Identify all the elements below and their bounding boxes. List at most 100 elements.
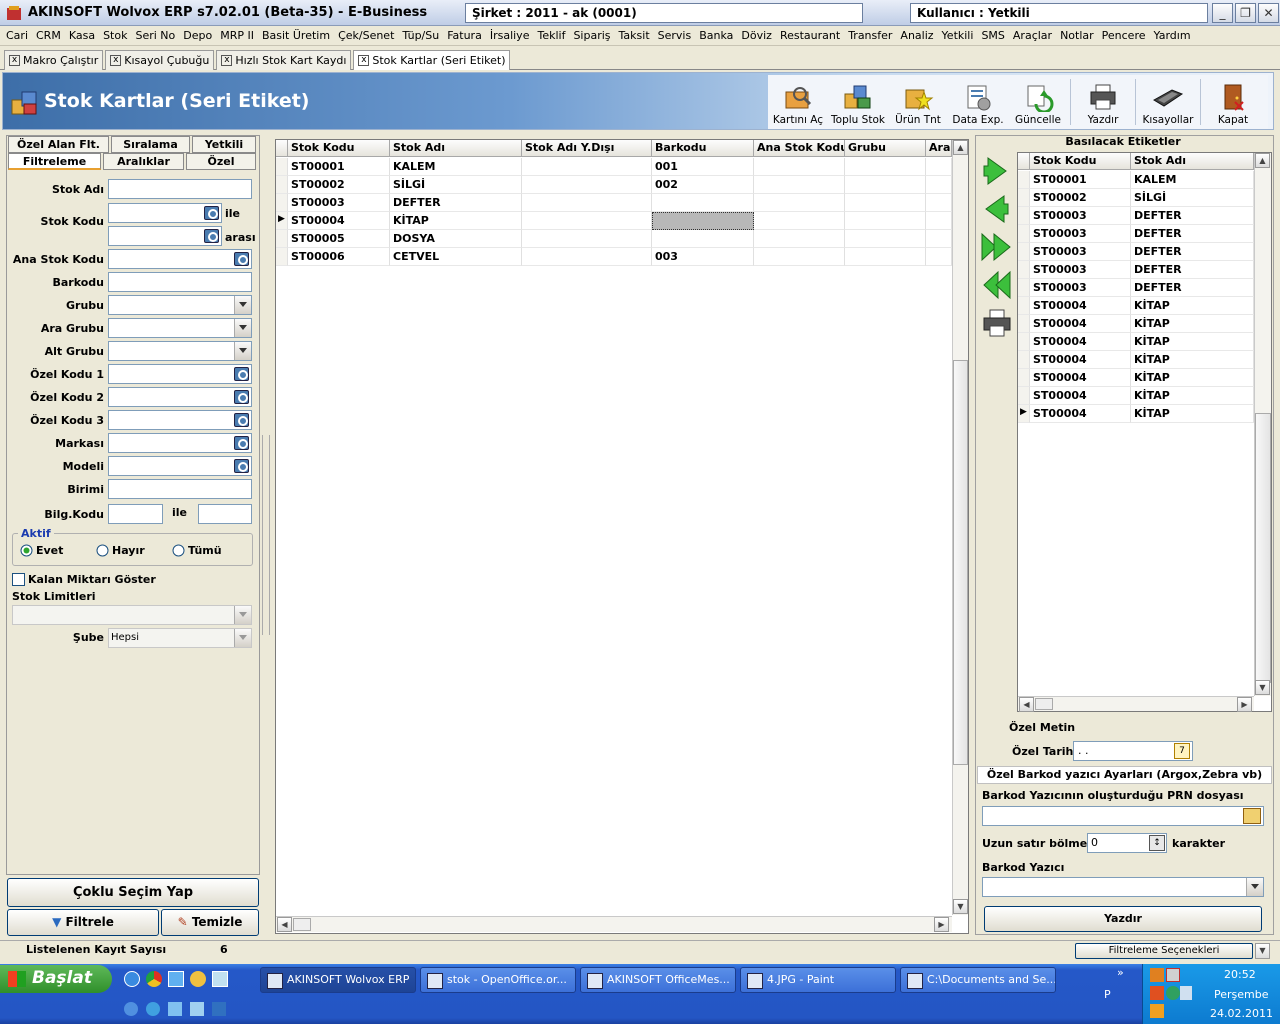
cell-grubu[interactable] (845, 248, 926, 266)
menu-crm[interactable]: CRM (34, 29, 67, 42)
label-cell-stok-kodu[interactable]: ST00004 (1030, 351, 1131, 369)
scroll-thumb[interactable] (953, 360, 968, 765)
cell-barkodu[interactable] (652, 194, 754, 212)
bilg-kodu-from-input[interactable] (108, 504, 163, 524)
row-indicator[interactable] (1018, 207, 1030, 225)
kisayollar-button[interactable]: Kısayollar (1138, 75, 1198, 129)
row-indicator[interactable] (1018, 351, 1030, 369)
menu-tup-su[interactable]: Tüp/Su (400, 29, 445, 42)
tab-makro-calistir[interactable]: x Makro Çalıştır (4, 50, 104, 70)
row-indicator[interactable] (1018, 333, 1030, 351)
menu-irsaliye[interactable]: İrsaliye (488, 29, 536, 42)
menu-cari[interactable]: Cari (4, 29, 34, 42)
cell-stok-adi-ydisi[interactable] (522, 230, 652, 248)
folder-icon[interactable] (1243, 808, 1261, 824)
label-cell-stok-kodu[interactable]: ST00001 (1030, 171, 1131, 189)
task-wolvox[interactable]: AKINSOFT Wolvox ERP (260, 967, 416, 993)
cell-ana-stok-kodu[interactable] (754, 248, 845, 266)
cell-ara[interactable] (926, 176, 952, 194)
label-cell-stok-adi[interactable]: KİTAP (1131, 405, 1254, 423)
filter-options-button[interactable]: Filtreleme Seçenekleri (1075, 943, 1253, 959)
menu-kasa[interactable]: Kasa (67, 29, 101, 42)
row-indicator[interactable] (1018, 315, 1030, 333)
cell-stok-adi[interactable]: KALEM (390, 158, 522, 176)
labels-vertical-scrollbar[interactable]: ▲ ▼ (1254, 153, 1271, 696)
grid-horizontal-scrollbar[interactable]: ◀ ▶ (276, 916, 952, 932)
restore-button[interactable]: ❐ (1235, 3, 1256, 23)
lookup-icon[interactable] (234, 252, 249, 266)
start-button[interactable]: Başlat (0, 965, 112, 993)
cell-stok-kodu[interactable]: ST00004 (288, 212, 390, 230)
rcol-stok-adi[interactable]: Stok Adı (1131, 153, 1254, 170)
ozel-tarih-input[interactable]: . . 7 (1073, 741, 1193, 761)
lookup-icon[interactable] (204, 229, 219, 243)
menu-banka[interactable]: Banka (697, 29, 739, 42)
scroll-up-icon[interactable]: ▲ (1255, 153, 1270, 168)
scroll-up-icon[interactable]: ▲ (953, 140, 968, 155)
minimize-button[interactable]: _ (1212, 3, 1233, 23)
label-cell-stok-adi[interactable]: DEFTER (1131, 225, 1254, 243)
quicklaunch-chrome-icon[interactable] (146, 971, 162, 987)
menu-fatura[interactable]: Fatura (445, 29, 488, 42)
barkodu-input[interactable] (108, 272, 252, 292)
cell-grubu[interactable] (845, 230, 926, 248)
cell-grubu[interactable] (845, 176, 926, 194)
menu-cek-senet[interactable]: Çek/Senet (336, 29, 400, 42)
kapat-button[interactable]: Kapat (1203, 75, 1263, 129)
cell-stok-adi[interactable]: CETVEL (390, 248, 522, 266)
task-openoffice[interactable]: stok - OpenOffice.or... (420, 967, 576, 993)
label-cell-stok-adi[interactable]: KİTAP (1131, 315, 1254, 333)
tab-kisayol-cubugu[interactable]: x Kısayol Çubuğu (105, 50, 215, 70)
row-indicator[interactable] (1018, 369, 1030, 387)
label-cell-stok-adi[interactable]: SİLGİ (1131, 189, 1254, 207)
quicklaunch-users-icon[interactable] (190, 971, 206, 987)
cell-stok-kodu[interactable]: ST00001 (288, 158, 390, 176)
tab-hizli-stok-kart[interactable]: x Hızlı Stok Kart Kaydı (216, 50, 352, 70)
tab-stok-kartlar-seri-etiket[interactable]: x Stok Kartlar (Seri Etiket) (353, 50, 511, 70)
remove-one-button[interactable] (980, 192, 1014, 226)
row-indicator[interactable] (276, 158, 288, 176)
cell-stok-kodu[interactable]: ST00006 (288, 248, 390, 266)
cell-barkodu[interactable]: 001 (652, 158, 754, 176)
lookup-icon[interactable] (234, 436, 249, 450)
sube-select[interactable]: Hepsi (108, 628, 252, 648)
filter-options-dropdown-icon[interactable]: ▼ (1255, 943, 1270, 959)
menu-araclar[interactable]: Araçlar (1011, 29, 1058, 42)
stock-grid[interactable]: Stok Kodu Stok Adı Stok Adı Y.Dışı Barko… (275, 139, 969, 934)
ana-stok-kodu-input[interactable] (108, 249, 252, 269)
label-cell-stok-kodu[interactable]: ST00004 (1030, 297, 1131, 315)
menu-transfer[interactable]: Transfer (846, 29, 898, 42)
cell-ana-stok-kodu[interactable] (754, 230, 845, 248)
cell-stok-kodu[interactable]: ST00005 (288, 230, 390, 248)
row-indicator[interactable] (276, 248, 288, 266)
task-paint[interactable]: 4.JPG - Paint (740, 967, 896, 993)
row-indicator[interactable] (1018, 243, 1030, 261)
print-labels-button[interactable] (980, 306, 1014, 340)
label-cell-stok-kodu[interactable]: ST00004 (1030, 405, 1131, 423)
label-cell-stok-kodu[interactable]: ST00004 (1030, 315, 1131, 333)
grid-vertical-scrollbar[interactable]: ▲ ▼ (952, 140, 968, 915)
quicklaunch-app-icon[interactable] (168, 971, 184, 987)
menu-restaurant[interactable]: Restaurant (778, 29, 846, 42)
label-cell-stok-kodu[interactable]: ST00004 (1030, 333, 1131, 351)
scroll-left-icon[interactable]: ◀ (277, 917, 292, 932)
cell-stok-kodu[interactable]: ST00003 (288, 194, 390, 212)
stok-kodu-to-input[interactable] (108, 226, 222, 246)
label-cell-stok-kodu[interactable]: ST00003 (1030, 279, 1131, 297)
kalan-miktari-checkbox[interactable]: Kalan Miktarı Göster (12, 573, 156, 586)
quicklaunch-ie-icon[interactable] (124, 971, 140, 987)
scroll-right-icon[interactable]: ▶ (1237, 697, 1252, 712)
urun-tnt-button[interactable]: Ürün Tnt (888, 75, 948, 129)
cell-ana-stok-kodu[interactable] (754, 212, 845, 230)
cell-stok-adi-ydisi[interactable] (522, 248, 652, 266)
menu-yetkili[interactable]: Yetkili (940, 29, 980, 42)
ozel-kodu-2-input[interactable] (108, 387, 252, 407)
quicklaunch-paint-icon[interactable] (212, 971, 228, 987)
scroll-left-icon[interactable]: ◀ (1019, 697, 1034, 712)
col-stok-kodu[interactable]: Stok Kodu (288, 140, 390, 157)
radio-evet[interactable]: Evet (20, 544, 63, 557)
menu-siparis[interactable]: Sipariş (571, 29, 616, 42)
row-indicator[interactable] (1018, 171, 1030, 189)
cell-stok-adi[interactable]: DOSYA (390, 230, 522, 248)
stok-limitleri-select[interactable] (12, 605, 252, 625)
